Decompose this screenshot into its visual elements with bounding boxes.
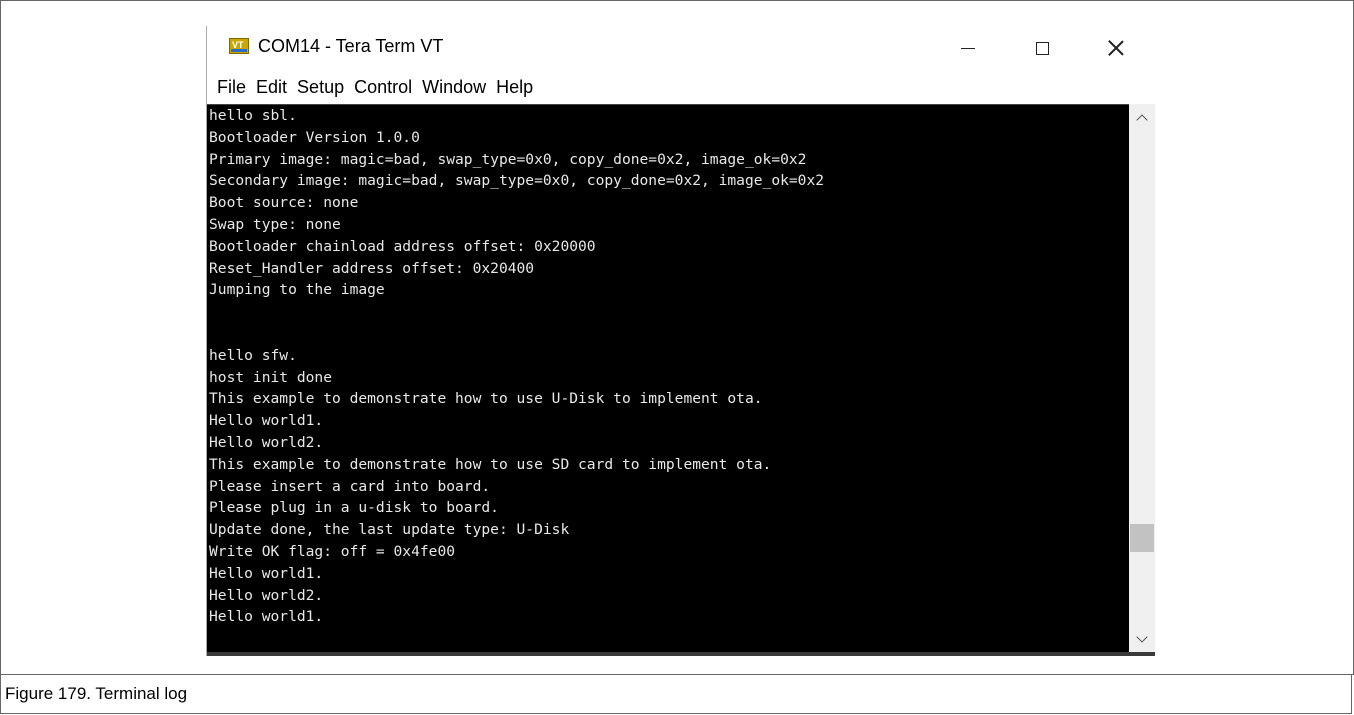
title-bar[interactable]: VT COM14 - Tera Term VT — [207, 26, 1157, 70]
tera-term-vt-icon: VT — [229, 38, 249, 54]
terminal-line: Hello world1. — [209, 412, 324, 430]
terminal-line: This example to demonstrate how to use S… — [209, 455, 772, 473]
terminal-line: Jumping to the image — [209, 281, 385, 299]
terminal-line: Hello world1. — [209, 608, 324, 626]
terminal-line: Update done, the last update type: U-Dis… — [209, 521, 570, 539]
terminal-line: Hello world2. — [209, 586, 324, 604]
terminal-line: Hello world1. — [209, 564, 324, 582]
terminal-line: hello sfw. — [209, 346, 297, 364]
terminal-line: Reset_Handler address offset: 0x20400 — [209, 259, 535, 277]
terminal-line: Hello world2. — [209, 433, 324, 451]
terminal-line: Please insert a card into board. — [209, 477, 491, 495]
chevron-down-icon — [1136, 630, 1148, 643]
close-button[interactable] — [1093, 30, 1139, 66]
menu-control[interactable]: Control — [354, 77, 420, 98]
tera-term-window: VT COM14 - Tera Term VT File Edit Setup … — [206, 26, 1157, 656]
window-title: COM14 - Tera Term VT — [258, 36, 444, 56]
menu-file[interactable]: File — [217, 77, 254, 98]
menu-bar: File Edit Setup Control Window Help — [207, 72, 1157, 102]
terminal-line: host init done — [209, 368, 333, 386]
terminal-line: Bootloader Version 1.0.0 — [209, 128, 420, 146]
figure-frame: VT COM14 - Tera Term VT File Edit Setup … — [0, 0, 1354, 675]
terminal-line: This example to demonstrate how to use U… — [209, 390, 763, 408]
scroll-down-button[interactable] — [1129, 626, 1155, 652]
terminal-line: Write OK flag: off = 0x4fe00 — [209, 542, 456, 560]
menu-window[interactable]: Window — [422, 77, 494, 98]
terminal-line: hello sbl. — [209, 107, 297, 124]
vertical-scrollbar[interactable] — [1129, 104, 1155, 652]
vt-icon-bar — [231, 49, 247, 52]
close-icon — [1108, 40, 1124, 56]
terminal-line: Bootloader chainload address offset: 0x2… — [209, 237, 596, 255]
menu-setup[interactable]: Setup — [297, 77, 352, 98]
terminal-line: Secondary image: magic=bad, swap_type=0x… — [209, 172, 825, 190]
scroll-up-button[interactable] — [1129, 104, 1155, 130]
terminal-line: Swap type: none — [209, 215, 341, 233]
caption-text: Figure 179. Terminal log — [5, 683, 188, 703]
scrollbar-thumb[interactable] — [1130, 524, 1154, 552]
terminal-line: Primary image: magic=bad, swap_type=0x0,… — [209, 150, 807, 168]
chevron-up-icon — [1136, 113, 1148, 126]
maximize-button[interactable] — [1019, 30, 1065, 66]
menu-edit[interactable]: Edit — [256, 77, 295, 98]
figure-caption: Figure 179. Terminal log — [0, 674, 1352, 714]
minimize-button[interactable] — [945, 30, 991, 66]
terminal-line: Boot source: none — [209, 194, 359, 212]
menu-help[interactable]: Help — [496, 77, 541, 98]
minimize-icon — [961, 47, 975, 49]
terminal-output[interactable]: hello sbl. Bootloader Version 1.0.0 Prim… — [207, 104, 1129, 653]
maximize-icon — [1035, 41, 1049, 55]
terminal-line: Please plug in a u-disk to board. — [209, 499, 499, 517]
window-bottom-edge — [207, 652, 1155, 656]
